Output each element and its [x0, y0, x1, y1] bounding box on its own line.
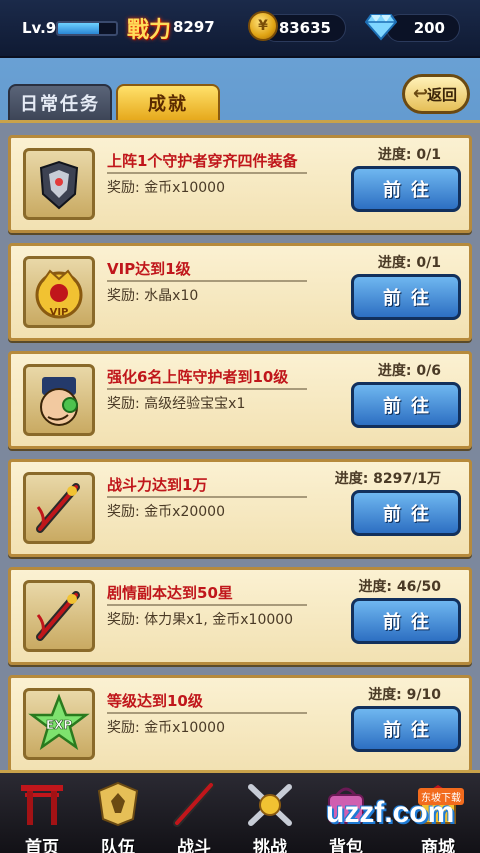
- list-item: VIP VIP达到1级 奖励: 水晶x10 进度: 0/1 前往: [8, 243, 472, 341]
- xp-bar-fill: [58, 23, 99, 34]
- nav-label: 挑战: [253, 838, 287, 853]
- task-title: 战斗力达到1万: [107, 476, 208, 494]
- task-reward: 奖励: 水晶x10: [107, 288, 199, 304]
- nav-label: 商城: [421, 838, 455, 853]
- diamond-icon: [365, 14, 397, 41]
- go-button[interactable]: 前往: [351, 598, 461, 644]
- challenge-icon: [248, 784, 292, 826]
- list-item: 上阵1个守护者穿齐四件装备 奖励: 金币x10000 进度: 0/1 前往: [8, 135, 472, 233]
- nav-team[interactable]: 队伍: [80, 779, 156, 853]
- task-title: 强化6名上阵守护者到10级: [107, 368, 289, 386]
- nav-challenge[interactable]: 挑战: [232, 779, 308, 853]
- go-button[interactable]: 前往: [351, 706, 461, 752]
- armor-icon: [23, 148, 95, 220]
- list-item: EXP 等级达到10级 奖励: 金币x10000 进度: 9/10 前往: [8, 675, 472, 770]
- task-title: 剧情副本达到50星: [107, 584, 233, 602]
- task-title: 等级达到10级: [107, 692, 203, 710]
- gem-counter: 200: [386, 14, 460, 42]
- nav-battle[interactable]: 战斗: [156, 779, 232, 853]
- task-progress: 进度: 0/6: [377, 363, 441, 379]
- watermark-badge: 东坡下载: [418, 788, 464, 805]
- status-bar: Lv.9 戰力 8297 83635 ¥ 200: [0, 0, 480, 58]
- task-progress: 进度: 9/10: [368, 687, 441, 703]
- gate-icon: [21, 785, 63, 825]
- task-progress: 进度: 0/1: [377, 255, 441, 271]
- go-button[interactable]: 前往: [351, 382, 461, 428]
- task-reward: 奖励: 金币x20000: [107, 504, 225, 520]
- power-icon: 戰力: [126, 18, 171, 43]
- battle-icon: [173, 781, 215, 827]
- divider: [107, 712, 307, 714]
- power-value: 8297: [173, 18, 215, 36]
- vip-badge-icon: VIP: [23, 256, 95, 328]
- task-reward: 奖励: 金币x10000: [107, 720, 225, 736]
- character-icon: [23, 364, 95, 436]
- go-button[interactable]: 前往: [351, 166, 461, 212]
- nav-label: 背包: [329, 838, 363, 853]
- list-item: 战斗力达到1万 奖励: 金币x20000 进度: 8297/1万 前往: [8, 459, 472, 557]
- svg-text:EXP: EXP: [46, 718, 72, 732]
- task-title: VIP达到1级: [107, 260, 191, 278]
- gem-value: 200: [413, 19, 445, 37]
- nav-label: 战斗: [177, 838, 211, 853]
- weapon-icon: [23, 580, 95, 652]
- divider: [107, 496, 307, 498]
- back-arrow-icon: ↩: [413, 83, 429, 104]
- divider: [107, 172, 307, 174]
- task-reward: 奖励: 体力果x1, 金币x10000: [107, 612, 294, 628]
- go-button[interactable]: 前往: [351, 274, 461, 320]
- tab-achievements[interactable]: 成就: [116, 84, 220, 122]
- list-item: 强化6名上阵守护者到10级 奖励: 高级经验宝宝x1 进度: 0/6 前往: [8, 351, 472, 449]
- back-button-label: 返回: [426, 85, 457, 104]
- divider: [107, 388, 307, 390]
- achievement-list[interactable]: 上阵1个守护者穿齐四件装备 奖励: 金币x10000 进度: 0/1 前往 VI…: [0, 120, 480, 770]
- nav-home[interactable]: 首页: [4, 779, 80, 853]
- task-progress: 进度: 8297/1万: [334, 471, 441, 487]
- task-title: 上阵1个守护者穿齐四件装备: [107, 152, 298, 170]
- task-progress: 进度: 46/50: [358, 579, 441, 595]
- go-button[interactable]: 前往: [351, 490, 461, 536]
- back-button[interactable]: ↩ 返回: [402, 74, 470, 114]
- svg-text:VIP: VIP: [50, 307, 69, 318]
- divider: [107, 280, 307, 282]
- task-reward: 奖励: 金币x10000: [107, 180, 225, 196]
- tab-daily-tasks[interactable]: 日常任务: [8, 84, 112, 122]
- nav-label: 队伍: [101, 838, 135, 853]
- task-reward: 奖励: 高级经验宝宝x1: [107, 396, 246, 412]
- list-item: 剧情副本达到50星 奖励: 体力果x1, 金币x10000 进度: 46/50 …: [8, 567, 472, 665]
- coin-value: 83635: [278, 19, 331, 37]
- task-progress: 进度: 0/1: [377, 147, 441, 163]
- divider: [107, 604, 307, 606]
- nav-label: 首页: [25, 838, 59, 853]
- weapon-icon: [23, 472, 95, 544]
- team-icon: [97, 781, 139, 827]
- xp-bar: [56, 21, 118, 36]
- player-level: Lv.9: [22, 19, 57, 37]
- coin-icon: ¥: [248, 11, 278, 41]
- exp-star-icon: EXP: [23, 688, 95, 760]
